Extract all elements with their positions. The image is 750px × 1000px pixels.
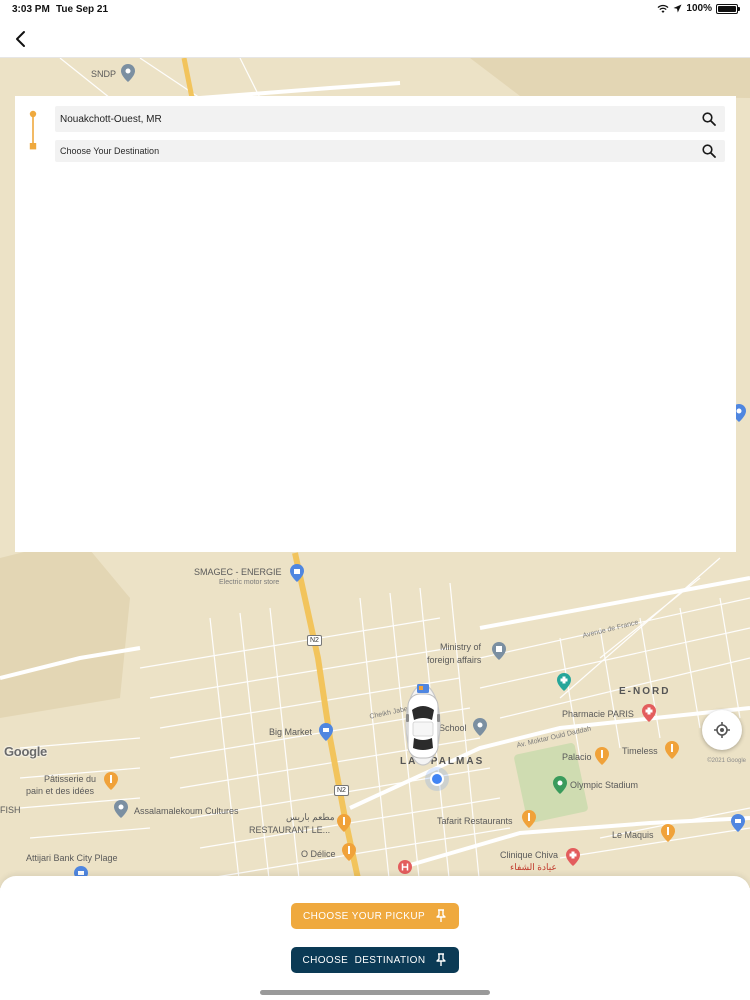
shop-pin-icon[interactable]	[290, 564, 304, 582]
road-badge-n2-south: N2	[334, 785, 349, 796]
map-label-timeless: Timeless	[622, 746, 658, 756]
status-time: 3:03 PM	[12, 4, 50, 15]
choose-pickup-button[interactable]: CHOOSE YOUR PICKUP	[291, 903, 459, 929]
hospital-pin-icon[interactable]	[557, 673, 571, 691]
map-label-palacio: Palacio	[562, 752, 592, 762]
crosshair-icon	[714, 722, 730, 738]
battery-icon	[716, 3, 740, 14]
pickup-search-button[interactable]	[697, 107, 721, 131]
navigation-bar	[0, 20, 750, 58]
map-label-restaurant-arabic: مطعم باريس	[286, 812, 335, 822]
car-marker-icon[interactable]	[403, 680, 443, 766]
shop-pin-icon[interactable]	[731, 814, 745, 832]
user-location-dot	[430, 772, 444, 786]
map-label-big-market: Big Market	[269, 727, 313, 737]
battery-percent: 100%	[686, 3, 712, 14]
map-label-restaurant-le: RESTAURANT LE...	[249, 825, 331, 835]
pickup-location-value[interactable]: Nouakchott-Ouest, MR	[60, 114, 697, 125]
map-label-school: School	[439, 723, 467, 733]
supermarket-pin-icon[interactable]	[319, 723, 333, 741]
my-location-button[interactable]	[702, 710, 742, 750]
restaurant-pin-icon[interactable]	[665, 741, 679, 759]
restaurant-pin-icon[interactable]	[595, 747, 609, 765]
status-indicators: 100%	[657, 3, 740, 14]
map-label-clinique: Clinique Chiva	[500, 850, 559, 860]
map-label-patisserie-2: pain et des idées	[26, 786, 95, 796]
bottom-sheet: CHOOSE YOUR PICKUP CHOOSE DESTINATION	[0, 876, 750, 1000]
google-logo: Google	[4, 744, 47, 759]
route-connector-icon	[29, 110, 37, 150]
school-pin-icon[interactable]	[473, 718, 487, 736]
status-bar: 3:03 PM Tue Sep 21 100%	[0, 0, 750, 20]
restaurant-pin-icon[interactable]	[661, 824, 675, 842]
pickup-location-field[interactable]: Nouakchott-Ouest, MR	[55, 106, 725, 132]
stadium-pin-icon[interactable]	[553, 776, 567, 794]
gas-station-pin-icon[interactable]	[121, 64, 135, 82]
location-arrow-icon	[673, 4, 682, 13]
road-badge-n2-north: N2	[307, 635, 322, 646]
status-date: Tue Sep 21	[56, 4, 109, 15]
map-label-attijari: Attijari Bank City Plage	[26, 853, 118, 863]
map-label-pharmacie: Pharmacie PARIS	[562, 709, 634, 719]
home-indicator	[260, 990, 490, 995]
map-label-olympic: Olympic Stadium	[570, 780, 639, 790]
pushpin-icon	[436, 909, 446, 922]
choose-destination-button[interactable]: CHOOSE DESTINATION	[291, 947, 459, 973]
pushpin-icon	[436, 953, 447, 966]
destination-search-button[interactable]	[697, 139, 721, 163]
map-label-smagec-sub: Electric motor store	[219, 579, 280, 586]
search-icon	[702, 112, 716, 126]
restaurant-pin-icon[interactable]	[337, 814, 351, 832]
choose-pickup-label: CHOOSE YOUR PICKUP	[302, 910, 426, 922]
wifi-icon	[657, 4, 669, 13]
destination-placeholder[interactable]: Choose Your Destination	[60, 146, 697, 156]
map-label-ministry-1: Ministry of	[440, 642, 482, 652]
search-panel	[15, 96, 736, 552]
search-icon	[702, 144, 716, 158]
choose-destination-label: CHOOSE DESTINATION	[302, 954, 426, 966]
destination-field[interactable]: Choose Your Destination	[55, 140, 725, 162]
map-label-fish: FISH	[0, 805, 21, 815]
map-label-tafarit: Tafarit Restaurants	[437, 816, 513, 826]
clinic-pin-icon[interactable]	[566, 848, 580, 866]
back-button[interactable]	[6, 24, 34, 54]
bakery-pin-icon[interactable]	[104, 772, 118, 790]
pharmacy-pin-icon[interactable]	[642, 704, 656, 722]
map-label-le-maquis: Le Maquis	[612, 830, 654, 840]
map-label-patisserie-1: Pâtisserie du	[44, 774, 97, 784]
map-label-smagec: SMAGEC - ENERGIE	[194, 567, 282, 577]
map-label-o-delice: O Délice	[301, 849, 336, 859]
government-pin-icon[interactable]	[492, 642, 506, 660]
map-label-ministry-2: foreign affairs	[427, 655, 482, 665]
restaurant-pin-icon[interactable]	[522, 810, 536, 828]
chevron-left-icon	[16, 31, 25, 47]
place-pin-icon[interactable]	[114, 800, 128, 818]
restaurant-pin-icon[interactable]	[342, 843, 356, 861]
map-copyright: ©2021 Google	[707, 758, 746, 764]
map-label-e-nord: E-NORD	[619, 686, 671, 697]
map-label-assalam: Assalamalekoum Cultures	[134, 806, 239, 816]
map-label-sndp: SNDP	[91, 69, 117, 79]
map-label-clinique-arabic: عيادة الشفاء	[510, 862, 557, 872]
